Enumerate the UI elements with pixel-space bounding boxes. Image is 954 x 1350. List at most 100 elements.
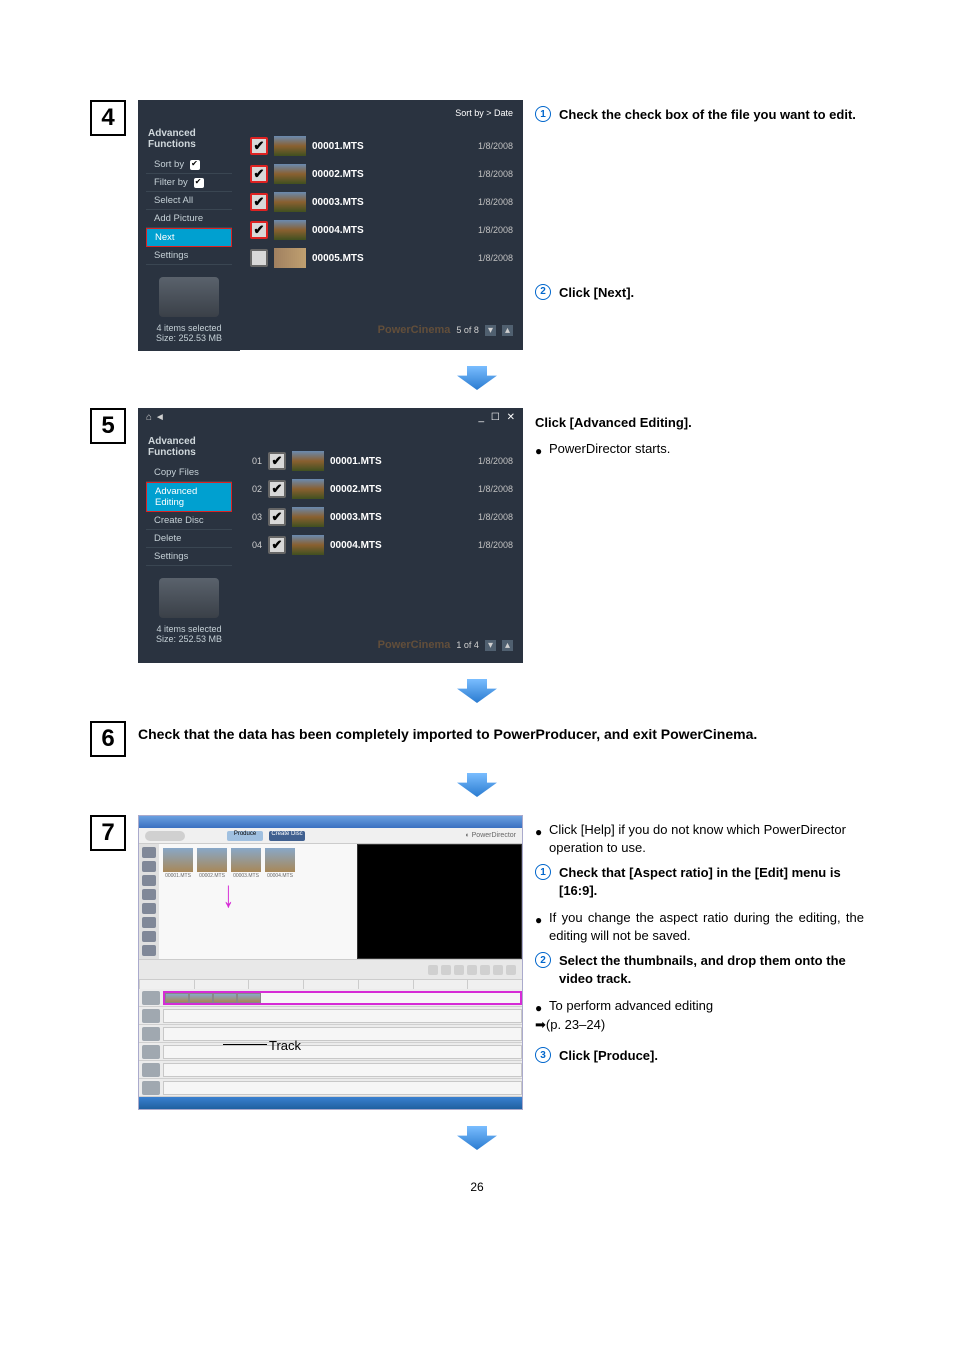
menu-delete[interactable]: Delete <box>146 530 232 548</box>
video-track-lane[interactable] <box>163 991 522 1005</box>
menu-settings[interactable]: Settings <box>146 548 232 566</box>
file-list: 01 ✔ 00001.MTS 1/8/2008 02 ✔ 00002.MTS 1… <box>240 423 523 633</box>
bullet-icon: ● <box>535 440 541 458</box>
snapshot-icon[interactable] <box>493 965 503 975</box>
voice-track-lane[interactable] <box>163 1063 522 1077</box>
menu-add-picture[interactable]: Add Picture <box>146 210 232 228</box>
menu-copy-files[interactable]: Copy Files <box>146 464 232 482</box>
callout-line <box>223 1044 267 1045</box>
prev-icon[interactable] <box>454 965 464 975</box>
timeline-clip[interactable] <box>213 993 237 1003</box>
checkbox-icon[interactable] <box>250 249 268 267</box>
effects-icon[interactable] <box>142 861 156 872</box>
file-row[interactable]: 04 ✔ 00004.MTS 1/8/2008 <box>240 531 523 559</box>
record-icon[interactable] <box>480 965 490 975</box>
file-date: 1/8/2008 <box>478 484 513 494</box>
menu-sort-by[interactable]: Sort by <box>146 156 232 174</box>
pager-up-icon[interactable]: ▴ <box>502 640 513 651</box>
transition-icon[interactable] <box>142 903 156 914</box>
checkbox-icon[interactable]: ✔ <box>268 480 286 498</box>
menu-filter-by[interactable]: Filter by <box>146 174 232 192</box>
voice-icon[interactable] <box>142 931 156 942</box>
selection-status: 4 items selected Size: 252.53 MB <box>138 622 240 652</box>
file-row[interactable]: 01 ✔ 00001.MTS 1/8/2008 <box>240 447 523 475</box>
arrow-down-icon <box>457 1126 497 1150</box>
pip-track-icon[interactable] <box>142 1027 160 1041</box>
library-thumbnail[interactable] <box>265 848 295 872</box>
file-row[interactable]: ✔ 00003.MTS 1/8/2008 <box>240 188 523 216</box>
thumbnail <box>274 136 306 156</box>
step6-instruction: Check that the data has been completely … <box>138 721 757 745</box>
file-row[interactable]: 03 ✔ 00003.MTS 1/8/2008 <box>240 503 523 531</box>
effect-track-lane[interactable] <box>163 1009 522 1023</box>
pip-icon[interactable] <box>142 875 156 886</box>
music-track-icon[interactable] <box>142 1081 160 1095</box>
checkbox-icon[interactable]: ✔ <box>268 452 286 470</box>
video-track-icon[interactable] <box>142 991 160 1005</box>
chapter-icon[interactable] <box>142 945 156 956</box>
next-icon[interactable] <box>467 965 477 975</box>
title-track-icon[interactable] <box>142 1045 160 1059</box>
timeline-clip[interactable] <box>237 993 261 1003</box>
audio-icon[interactable] <box>142 917 156 928</box>
media-library[interactable]: 00001.MTS 00002.MTS 00003.MTS 00004.MTS … <box>159 844 357 959</box>
sidebar-title: Advanced Functions <box>138 124 240 156</box>
pager-up-icon[interactable]: ▴ <box>502 325 513 336</box>
library-icon[interactable] <box>142 847 156 858</box>
music-track-lane[interactable] <box>163 1081 522 1095</box>
thumbnail <box>274 192 306 212</box>
file-row[interactable]: ✔ 00001.MTS 1/8/2008 <box>240 132 523 160</box>
file-row[interactable]: ✔ 00004.MTS 1/8/2008 <box>240 216 523 244</box>
step-number-4: 4 <box>90 100 126 136</box>
page-number: 26 <box>90 1180 864 1194</box>
selection-status: 4 items selected Size: 252.53 MB <box>138 321 240 351</box>
effect-track-icon[interactable] <box>142 1009 160 1023</box>
checkbox-icon[interactable]: ✔ <box>250 165 268 183</box>
home-icon[interactable]: ⌂ ◄ <box>138 412 165 423</box>
stop-icon[interactable] <box>441 965 451 975</box>
menu-create-disc[interactable]: Create Disc <box>146 512 232 530</box>
pip-track-lane[interactable] <box>163 1027 522 1041</box>
timeline-clip[interactable] <box>165 993 189 1003</box>
play-icon[interactable] <box>428 965 438 975</box>
title-track-lane[interactable] <box>163 1045 522 1059</box>
pager-down-icon[interactable]: ▾ <box>485 640 496 651</box>
checkbox-icon[interactable]: ✔ <box>250 193 268 211</box>
timeline-ruler[interactable] <box>139 979 522 989</box>
library-thumbnail[interactable] <box>231 848 261 872</box>
menu-settings[interactable]: Settings <box>146 247 232 265</box>
note-aspect-ratio: Check that [Aspect ratio] in the [Edit] … <box>559 864 864 899</box>
voice-track-icon[interactable] <box>142 1063 160 1077</box>
file-row[interactable]: 00005.MTS 1/8/2008 <box>240 244 523 272</box>
mode-switch[interactable] <box>145 831 185 841</box>
step-4-row: 4 Sort by > Date Advanced Functions Sort… <box>90 100 864 350</box>
menu-advanced-editing[interactable]: Advanced Editing <box>146 482 232 512</box>
menu-next[interactable]: Next <box>146 228 232 247</box>
bullet-icon: ● <box>535 997 541 1015</box>
thumbnail <box>292 451 324 471</box>
timeline-clip[interactable] <box>189 993 213 1003</box>
tab-produce[interactable]: Produce <box>227 831 263 841</box>
tab-create-disc[interactable]: Create Disc <box>269 831 305 841</box>
menu-select-all[interactable]: Select All <box>146 192 232 210</box>
step5-notes: Click [Advanced Editing]. ● PowerDirecto… <box>535 408 864 466</box>
file-row[interactable]: ✔ 00002.MTS 1/8/2008 <box>240 160 523 188</box>
timeline[interactable]: Track <box>139 989 522 1097</box>
annotation-2-icon: 2 <box>535 284 551 300</box>
pager-down-icon[interactable]: ▾ <box>485 325 496 336</box>
note-advanced-editing: To perform advanced editing <box>549 997 713 1015</box>
checkbox-icon[interactable]: ✔ <box>268 536 286 554</box>
app-watermark: PowerCinema <box>378 324 451 336</box>
library-thumbnail[interactable] <box>197 848 227 872</box>
file-row[interactable]: 02 ✔ 00002.MTS 1/8/2008 <box>240 475 523 503</box>
checkbox-icon[interactable]: ✔ <box>250 221 268 239</box>
step-5-row: 5 _ ☐ ✕ ⌂ ◄ Advanced Functions Copy File… <box>90 408 864 663</box>
volume-icon[interactable] <box>506 965 516 975</box>
drop-arrow-icon: ↓ <box>223 874 234 917</box>
library-thumbnail[interactable] <box>163 848 193 872</box>
title-icon[interactable] <box>142 889 156 900</box>
note-drop-thumbnails: Select the thumbnails, and drop them ont… <box>559 952 864 987</box>
step-number-5: 5 <box>90 408 126 444</box>
checkbox-icon[interactable]: ✔ <box>268 508 286 526</box>
checkbox-icon[interactable]: ✔ <box>250 137 268 155</box>
